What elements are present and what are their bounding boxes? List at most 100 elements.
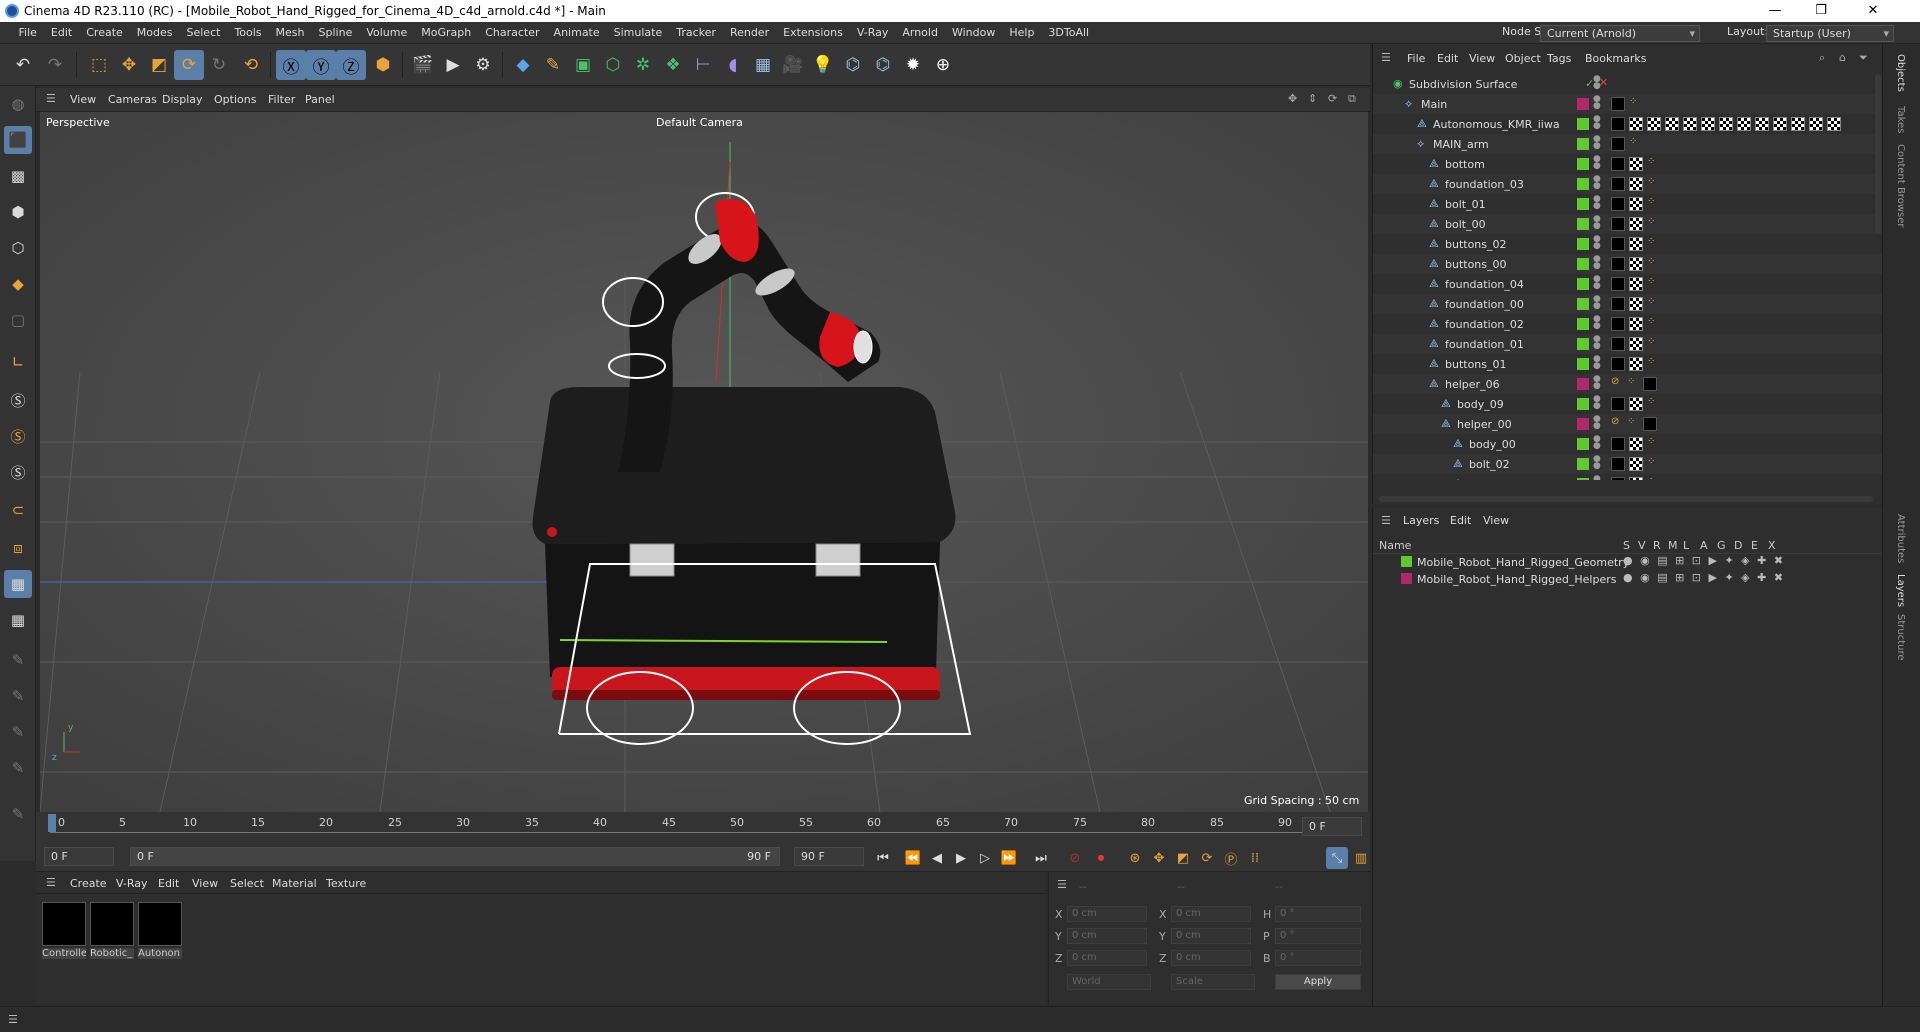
layer-name[interactable]: Mobile_Robot_Hand_Rigged_Helpers <box>1417 573 1616 586</box>
texture-tag-icon[interactable] <box>1791 117 1805 131</box>
material-menu-create[interactable]: Create <box>70 877 107 890</box>
object-row[interactable]: ⟁ buttons_00 ● ● ⁘ <box>1373 254 1883 274</box>
material-hamburger-icon[interactable]: ☰ <box>46 876 56 889</box>
locked-workplane-icon[interactable]: ▦ <box>4 606 32 634</box>
texture-tag-icon[interactable] <box>1629 437 1643 451</box>
material-tag-icon[interactable] <box>1611 117 1625 131</box>
phong-tag-icon[interactable]: ⁘ <box>1629 136 1637 147</box>
layer-color-icon[interactable] <box>1577 438 1589 450</box>
position-z-field[interactable]: 0 cm <box>1067 950 1147 966</box>
material-tag-icon[interactable] <box>1611 357 1625 371</box>
material-tag-icon[interactable] <box>1611 277 1625 291</box>
coordinate-system-icon[interactable]: ⬢ <box>368 50 398 80</box>
object-menu-view[interactable]: View <box>1469 52 1495 65</box>
selection-tool-icon[interactable]: ⬚ <box>84 50 114 80</box>
texture-tag-icon[interactable] <box>1629 397 1643 411</box>
visibility-dots-icon[interactable]: ●● <box>1593 95 1601 111</box>
material-tag-icon[interactable] <box>1611 297 1625 311</box>
object-row[interactable]: ◉ Subdivision Surface ● ● ✓ ✕ <box>1373 74 1883 94</box>
tab-layers[interactable]: Layers <box>1895 574 1906 607</box>
viewport-menu-filter[interactable]: Filter <box>268 93 295 106</box>
go-to-end-icon[interactable]: ⏭ <box>1030 847 1052 869</box>
object-name[interactable]: foundation_02 <box>1445 318 1524 331</box>
phong-tag-icon[interactable]: ⁘ <box>1647 456 1655 467</box>
menu-tools[interactable]: Tools <box>227 22 268 44</box>
phong-tag-icon[interactable]: ⁘ <box>1647 296 1655 307</box>
material-tag-icon[interactable] <box>1611 237 1625 251</box>
frame-range-slider[interactable]: 0 F 90 F <box>130 847 780 866</box>
menu-window[interactable]: Window <box>945 22 1002 44</box>
viewport-menu-panel[interactable]: Panel <box>305 93 335 106</box>
node-space-dropdown[interactable]: Current (Arnold) <box>1540 25 1700 42</box>
material-tag-icon[interactable] <box>1611 97 1625 111</box>
render-view-icon[interactable]: 🎬 <box>408 50 438 80</box>
phong-tag-icon[interactable]: ⁘ <box>1647 476 1655 480</box>
rotation-b-field[interactable]: 0 ° <box>1275 950 1361 966</box>
object-row[interactable]: ⟁ body_09 ● ● ⁘ <box>1373 394 1883 414</box>
viewport-menu-options[interactable]: Options <box>214 93 256 106</box>
layer-menu-edit[interactable]: Edit <box>1450 514 1471 527</box>
tab-structure[interactable]: Structure <box>1895 614 1906 661</box>
object-row[interactable]: ⟁ bolt_03 ●● ⁘ <box>1373 474 1883 480</box>
layer-flag-icons[interactable]: ● ◉ ▤ ⊞ ⊡ ▶ ✦ ◈ ✚ ✖ <box>1623 554 1785 567</box>
layer-color-icon[interactable] <box>1577 238 1589 250</box>
tab-attributes[interactable]: Attributes <box>1895 514 1906 563</box>
close-button[interactable]: ✕ <box>1850 0 1896 22</box>
next-key-icon[interactable]: ⏩ <box>998 847 1020 869</box>
layer-row[interactable]: Mobile_Robot_Hand_Rigged_Helpers ● ◉ ▤ ⊞… <box>1373 571 1883 588</box>
visibility-dots-icon[interactable]: ●● <box>1593 375 1601 391</box>
material-slot[interactable]: Controlle <box>42 902 88 964</box>
texture-tag-icon[interactable] <box>1629 237 1643 251</box>
menu-volume[interactable]: Volume <box>359 22 414 44</box>
layer-color-icon[interactable] <box>1577 158 1589 170</box>
visibility-dots-icon[interactable]: ●● <box>1593 255 1601 271</box>
key-scale-icon[interactable]: ◩ <box>1172 847 1194 869</box>
menu-mograph[interactable]: MoGraph <box>414 22 478 44</box>
floor-icon[interactable]: ▦ <box>748 50 778 80</box>
object-row[interactable]: ⟁ body_00 ● ● ⁘ <box>1373 434 1883 454</box>
menu-create[interactable]: Create <box>79 22 130 44</box>
visibility-dots-icon[interactable]: ●● <box>1593 295 1601 311</box>
material-tag-icon[interactable] <box>1611 397 1625 411</box>
layer-color-icon[interactable] <box>1577 138 1589 150</box>
dope-sheet-icon[interactable]: ▥ <box>1350 847 1372 869</box>
object-name[interactable]: MAIN_arm <box>1433 138 1489 151</box>
zoom-view-icon[interactable]: ⇕ <box>1308 92 1317 105</box>
texture-tag-icon[interactable] <box>1809 117 1823 131</box>
ik-tag-icon[interactable]: ⁘ <box>1627 376 1635 387</box>
object-row[interactable]: ⟁ foundation_00 ● ● ⁘ <box>1373 294 1883 314</box>
globe-icon[interactable]: ⊕ <box>928 50 958 80</box>
object-name[interactable]: bottom <box>1445 158 1485 171</box>
material-tag-icon[interactable] <box>1611 257 1625 271</box>
position-x-field[interactable]: 0 cm <box>1067 906 1147 922</box>
material-menu-texture[interactable]: Texture <box>326 877 366 890</box>
material-tag-icon[interactable] <box>1611 177 1625 191</box>
layer-name[interactable]: Mobile_Robot_Hand_Rigged_Geometry <box>1417 556 1629 569</box>
object-name[interactable]: bolt_02 <box>1469 458 1510 471</box>
playhead[interactable] <box>48 814 56 832</box>
texture-tag-icon[interactable] <box>1629 197 1643 211</box>
visibility-dots-icon[interactable]: ●● <box>1593 235 1601 251</box>
visibility-dots-icon[interactable]: ●● <box>1593 215 1601 231</box>
y-axis-lock-icon[interactable]: Ⓨ <box>306 50 336 80</box>
texture-tag-icon[interactable] <box>1629 477 1643 480</box>
object-name[interactable]: foundation_01 <box>1445 338 1524 351</box>
phong-tag-icon[interactable]: ⁘ <box>1647 196 1655 207</box>
layer-menu-layers[interactable]: Layers <box>1403 514 1439 527</box>
3d-viewport[interactable]: z y Perspective Default Camera Grid Spac… <box>40 112 1368 812</box>
layer-color-icon[interactable] <box>1577 358 1589 370</box>
layer-color-icon[interactable] <box>1577 278 1589 290</box>
menu-vray[interactable]: V-Ray <box>850 22 896 44</box>
object-name[interactable]: body_09 <box>1457 398 1504 411</box>
material-menu-select[interactable]: Select <box>230 877 264 890</box>
layer-color-swatch[interactable] <box>1401 573 1412 584</box>
visibility-dots-icon[interactable]: ●● <box>1593 355 1601 371</box>
mograph-icon[interactable]: ❖ <box>658 50 688 80</box>
layer-menu-view[interactable]: View <box>1483 514 1509 527</box>
hamburger-icon[interactable]: ☰ <box>46 92 56 105</box>
texture-tag-icon[interactable] <box>1629 357 1643 371</box>
menu-render[interactable]: Render <box>723 22 776 44</box>
material-menu-edit[interactable]: Edit <box>158 877 179 890</box>
layer-color-icon[interactable] <box>1577 178 1589 190</box>
object-row[interactable]: ⟁ buttons_02 ● ● ⁘ <box>1373 234 1883 254</box>
